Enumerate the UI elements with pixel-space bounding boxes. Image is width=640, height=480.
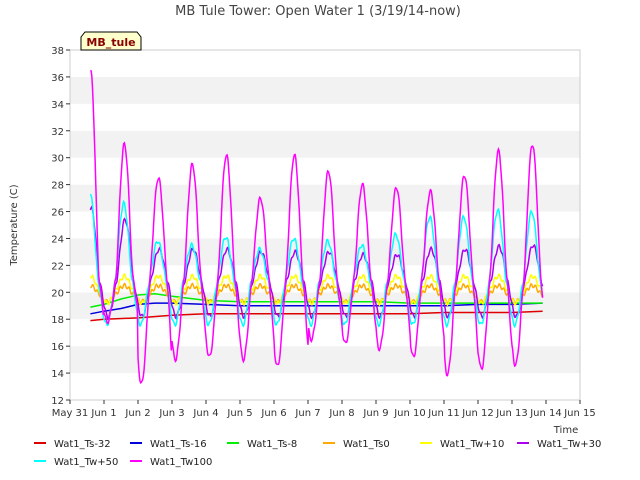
x-tick-label: Jun 11 [427, 408, 460, 419]
legend-label: Wat1_Tw100 [150, 457, 212, 468]
legend-label: Wat1_Tw+30 [537, 439, 601, 450]
y-tick-label: 22 [51, 261, 64, 272]
y-tick-label: 38 [51, 46, 64, 57]
y-tick-label: 28 [51, 181, 64, 192]
grid-band [70, 103, 580, 131]
y-tick-label: 18 [51, 315, 64, 326]
y-tick-label: 14 [51, 369, 64, 380]
grid-band [70, 130, 580, 158]
y-tick-label: 12 [51, 396, 64, 407]
y-tick-label: 26 [51, 208, 64, 219]
x-tick-label: Jun 12 [461, 408, 494, 419]
legend-label: Wat1_Ts-8 [247, 439, 297, 450]
x-tick-label: Jun 6 [260, 408, 286, 419]
legend-label: Wat1_Ts-32 [54, 439, 111, 450]
station-label-box: MB_tule [80, 31, 142, 51]
x-tick-label: Jun 13 [495, 408, 528, 419]
y-axis-label: Temperature (C) [9, 184, 20, 266]
grid-band [70, 50, 580, 77]
grid-band [70, 373, 580, 400]
x-tick-label: Jun 5 [226, 408, 252, 419]
x-tick-label: Jun 15 [563, 408, 596, 419]
station-label: MB_tule [86, 36, 135, 49]
y-tick-label: 24 [51, 234, 64, 245]
y-tick-label: 34 [51, 100, 64, 111]
chart-title: MB Tule Tower: Open Water 1 (3/19/14-now… [175, 4, 461, 19]
legend-label: Wat1_Ts0 [343, 439, 390, 450]
legend-label: Wat1_Ts-16 [150, 439, 207, 450]
x-tick-label: Jun 2 [124, 408, 150, 419]
x-tick-label: Jun 3 [158, 408, 184, 419]
legend-label: Wat1_Tw+50 [54, 457, 118, 468]
y-tick-label: 30 [51, 154, 64, 165]
grid-band [70, 346, 580, 374]
grid-band [70, 157, 580, 185]
x-tick-label: Jun 9 [362, 408, 388, 419]
x-axis-label: Time [553, 425, 578, 436]
x-tick-label: May 31 [52, 408, 89, 419]
y-tick-label: 16 [51, 342, 64, 353]
x-tick-label: Jun 1 [90, 408, 116, 419]
x-tick-label: Jun 10 [393, 408, 426, 419]
y-tick-label: 36 [51, 73, 64, 84]
x-tick-label: Jun 4 [192, 408, 218, 419]
grid-band [70, 76, 580, 104]
x-tick-label: Jun 14 [529, 408, 562, 419]
x-tick-label: Jun 8 [328, 408, 354, 419]
chart: MB Tule Tower: Open Water 1 (3/19/14-now… [0, 0, 640, 480]
y-tick-label: 20 [51, 288, 64, 299]
legend-label: Wat1_Tw+10 [440, 439, 504, 450]
x-tick-label: Jun 7 [294, 408, 320, 419]
y-tick-label: 32 [51, 127, 64, 138]
